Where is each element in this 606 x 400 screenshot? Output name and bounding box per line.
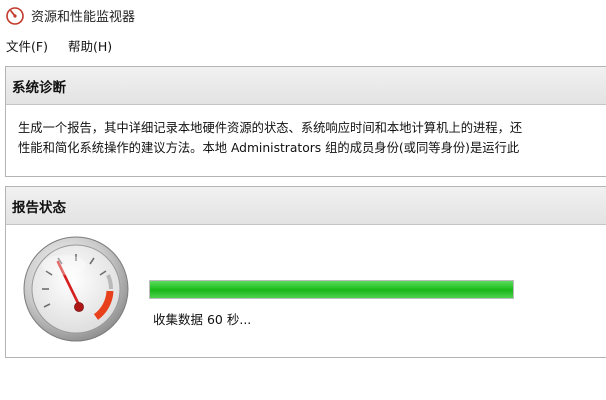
menu-file[interactable]: 文件(F) (6, 36, 48, 55)
gauge-icon (6, 7, 24, 25)
diagnostics-description: 生成一个报告，其中详细记录本地硬件资源的状态、系统响应时间和本地计算机上的进程，… (6, 105, 606, 158)
menu-help[interactable]: 帮助(H) (68, 36, 112, 55)
title-bar: 资源和性能监视器 (0, 0, 606, 32)
collection-progress-bar (149, 280, 514, 299)
description-line: 性能和简化系统操作的建议方法。本地 Administrators 组的成员身份(… (18, 141, 520, 155)
speedometer-icon (23, 236, 129, 342)
progress-status-text: 收集数据 60 秒... (153, 312, 252, 327)
description-line: 生成一个报告，其中详细记录本地硬件资源的状态、系统响应时间和本地计算机上的进程，… (18, 121, 523, 135)
diagnostics-header: 系统诊断 (6, 67, 606, 105)
report-status-panel: 报告状态 收集数据 60 秒... (5, 186, 606, 358)
report-status-header: 报告状态 (6, 187, 606, 225)
diagnostics-panel: 系统诊断 生成一个报告，其中详细记录本地硬件资源的状态、系统响应时间和本地计算机… (5, 66, 606, 177)
report-status-title: 报告状态 (12, 199, 66, 216)
diagnostics-title: 系统诊断 (12, 79, 66, 96)
menu-bar: 文件(F) 帮助(H) (0, 33, 606, 55)
window-title: 资源和性能监视器 (31, 10, 136, 25)
progress-fill (150, 281, 513, 298)
